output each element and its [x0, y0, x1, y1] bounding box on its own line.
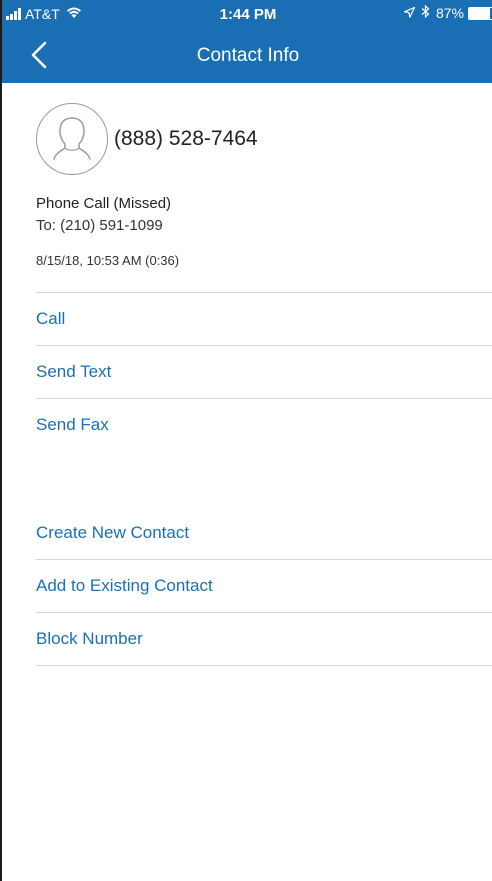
- create-new-contact-button[interactable]: Create New Contact: [36, 507, 492, 560]
- battery-icon: [468, 6, 492, 20]
- bluetooth-icon: [421, 4, 430, 21]
- call-timestamp: 8/15/18, 10:53 AM (0:36): [36, 253, 180, 268]
- status-right: 87%: [403, 4, 492, 21]
- call-actions: Call Send Text Send Fax: [2, 292, 492, 451]
- avatar: [36, 103, 108, 175]
- contact-actions: Create New Contact Add to Existing Conta…: [2, 507, 492, 666]
- send-fax-button-label: Send Fax: [36, 415, 109, 434]
- call-recipient: To: (210) 591-1099: [36, 217, 163, 234]
- nav-bar: Contact Info: [2, 30, 492, 83]
- send-fax-button[interactable]: Send Fax: [36, 398, 492, 451]
- block-number-label: Block Number: [36, 629, 143, 648]
- battery-percent: 87%: [435, 5, 464, 21]
- send-text-button-label: Send Text: [36, 362, 112, 381]
- call-button-label: Call: [36, 309, 66, 328]
- create-new-contact-label: Create New Contact: [36, 523, 190, 542]
- add-to-existing-contact-label: Add to Existing Contact: [36, 576, 213, 595]
- status-bar: AT&T 1:44 PM 87%: [2, 0, 492, 30]
- block-number-button[interactable]: Block Number: [36, 613, 492, 666]
- app-screen: AT&T 1:44 PM 87% Contact Info (888) 528-…: [0, 0, 492, 881]
- send-text-button[interactable]: Send Text: [36, 345, 492, 398]
- contact-header: (888) 528-7464: [36, 103, 258, 175]
- page-title: Contact Info: [196, 45, 300, 66]
- add-to-existing-contact-button[interactable]: Add to Existing Contact: [36, 560, 492, 613]
- location-arrow-icon: [403, 5, 416, 21]
- person-placeholder-icon: [53, 117, 91, 160]
- header: AT&T 1:44 PM 87% Contact Info: [2, 0, 492, 83]
- call-type: Phone Call (Missed): [36, 195, 172, 212]
- contact-number: (888) 528-7464: [114, 127, 258, 150]
- call-button[interactable]: Call: [36, 292, 492, 345]
